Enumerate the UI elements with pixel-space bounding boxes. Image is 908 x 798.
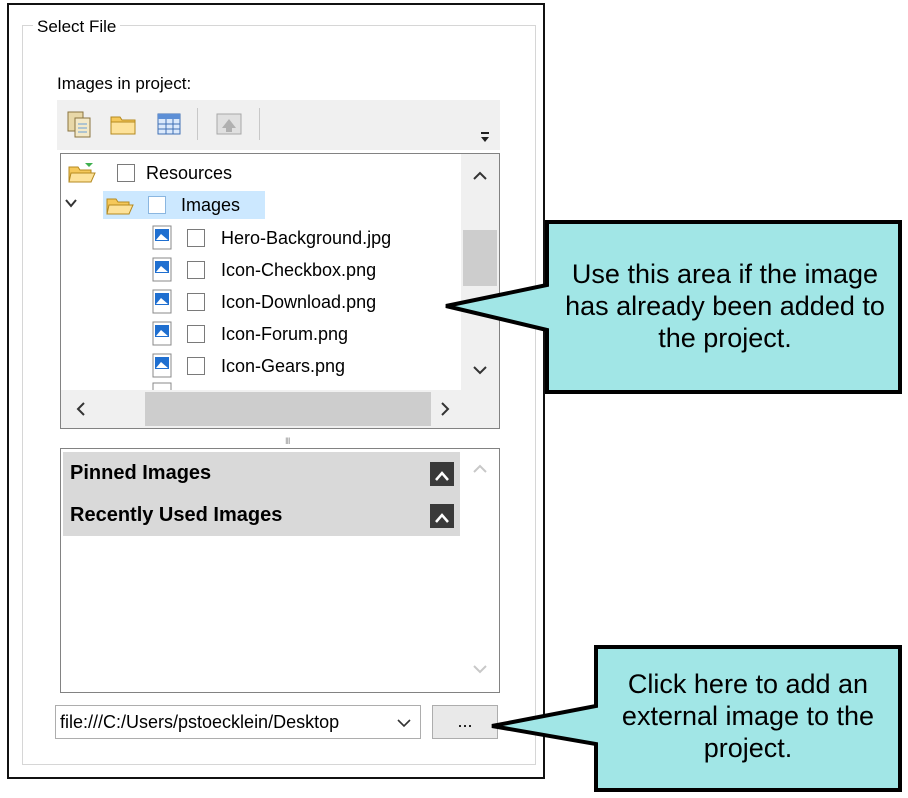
tree-item-file[interactable]: Hero-Background.jpg [151, 224, 451, 252]
tree-item-label: Icon-Gears.png [221, 356, 346, 376]
file-checkbox[interactable] [187, 325, 205, 343]
pinned-images-label: Pinned Images [70, 462, 212, 484]
file-checkbox[interactable] [187, 293, 205, 311]
tree-item-label: Icon-Forum.png [221, 324, 349, 344]
collapse-button[interactable] [430, 504, 454, 528]
tree-item-resources[interactable]: Resources [67, 159, 467, 187]
file-checkbox[interactable] [187, 357, 205, 375]
image-file-icon [152, 321, 172, 346]
recently-used-images-label: Recently Used Images [70, 504, 283, 526]
scroll-down-icon[interactable] [472, 663, 488, 675]
open-folder-icon [110, 116, 136, 135]
tree-vertical-scrollbar[interactable] [461, 154, 499, 390]
tree-item-label: Images [181, 195, 241, 215]
tree-item-label: Hero-Background.jpg [221, 228, 392, 248]
scroll-down-icon[interactable] [472, 364, 488, 376]
images-checkbox[interactable] [148, 196, 166, 214]
file-path-value: file:///C:/Users/pstoecklein/Desktop [60, 712, 340, 732]
image-file-icon [152, 225, 172, 250]
images-tree[interactable]: Resources Images Hero-Background.jpg Ico… [60, 153, 500, 429]
upload-button[interactable] [214, 110, 242, 138]
toolbar-separator [259, 108, 260, 140]
upload-icon [216, 113, 242, 135]
image-file-icon [152, 353, 172, 378]
open-folder-button[interactable] [109, 110, 137, 138]
pinned-images-header[interactable]: Pinned Images [63, 452, 460, 494]
image-file-icon [152, 257, 172, 282]
callout-tree-text: Use this area if the image has already b… [565, 259, 885, 353]
collapse-button[interactable] [430, 462, 454, 486]
file-path-combobox[interactable]: file:///C:/Users/pstoecklein/Desktop [55, 705, 421, 739]
folder-open-icon [106, 198, 134, 215]
browse-button[interactable]: ... [432, 705, 498, 739]
chevron-down-icon[interactable] [396, 717, 412, 729]
pinned-vertical-scrollbar[interactable] [461, 449, 499, 692]
pinned-recent-panel: Pinned Images Recently Used Images [60, 448, 500, 693]
images-in-project-label: Images in project: [57, 74, 192, 93]
collapse-icon [435, 471, 449, 481]
panel-splitter[interactable]: III [285, 436, 290, 446]
scroll-thumb[interactable] [145, 392, 431, 426]
folder-open-icon [68, 163, 96, 183]
tree-horizontal-scrollbar[interactable] [61, 390, 499, 428]
images-toolbar [57, 100, 500, 150]
toolbar-separator [197, 108, 198, 140]
scroll-up-icon[interactable] [472, 170, 488, 182]
callout-browse-text: Click here to add an external image to t… [621, 669, 875, 763]
scroll-up-icon[interactable] [472, 463, 488, 475]
file-checkbox[interactable] [187, 261, 205, 279]
tree-item-file[interactable]: Icon-Gears.png [151, 352, 451, 380]
scroll-left-icon[interactable] [75, 401, 87, 417]
file-checkbox[interactable] [187, 229, 205, 247]
tree-item-label: Icon-Download.png [221, 292, 377, 312]
expand-chevron-icon[interactable] [64, 196, 78, 214]
copy-icon [67, 111, 91, 138]
overflow-button[interactable] [479, 130, 491, 147]
scroll-thumb[interactable] [463, 230, 497, 286]
tree-item-file[interactable]: Icon-Forum.png [151, 320, 451, 348]
grid-view-icon [157, 113, 181, 135]
grid-view-button[interactable] [155, 110, 183, 138]
scroll-right-icon[interactable] [439, 401, 451, 417]
tree-item-file[interactable]: Icon-Checkbox.png [151, 256, 451, 284]
recently-used-images-header[interactable]: Recently Used Images [63, 494, 460, 536]
resources-checkbox[interactable] [117, 164, 135, 182]
collapse-icon [435, 513, 449, 523]
overflow-icon [481, 132, 489, 142]
group-title: Select File [33, 17, 121, 37]
image-file-icon [152, 289, 172, 314]
tree-item-file[interactable]: Icon-Download.png [151, 288, 451, 316]
copy-button[interactable] [65, 110, 93, 138]
tree-item-images[interactable]: Images [103, 191, 265, 219]
tree-item-label: Icon-Checkbox.png [221, 260, 377, 280]
tree-item-label: Resources [146, 163, 233, 183]
